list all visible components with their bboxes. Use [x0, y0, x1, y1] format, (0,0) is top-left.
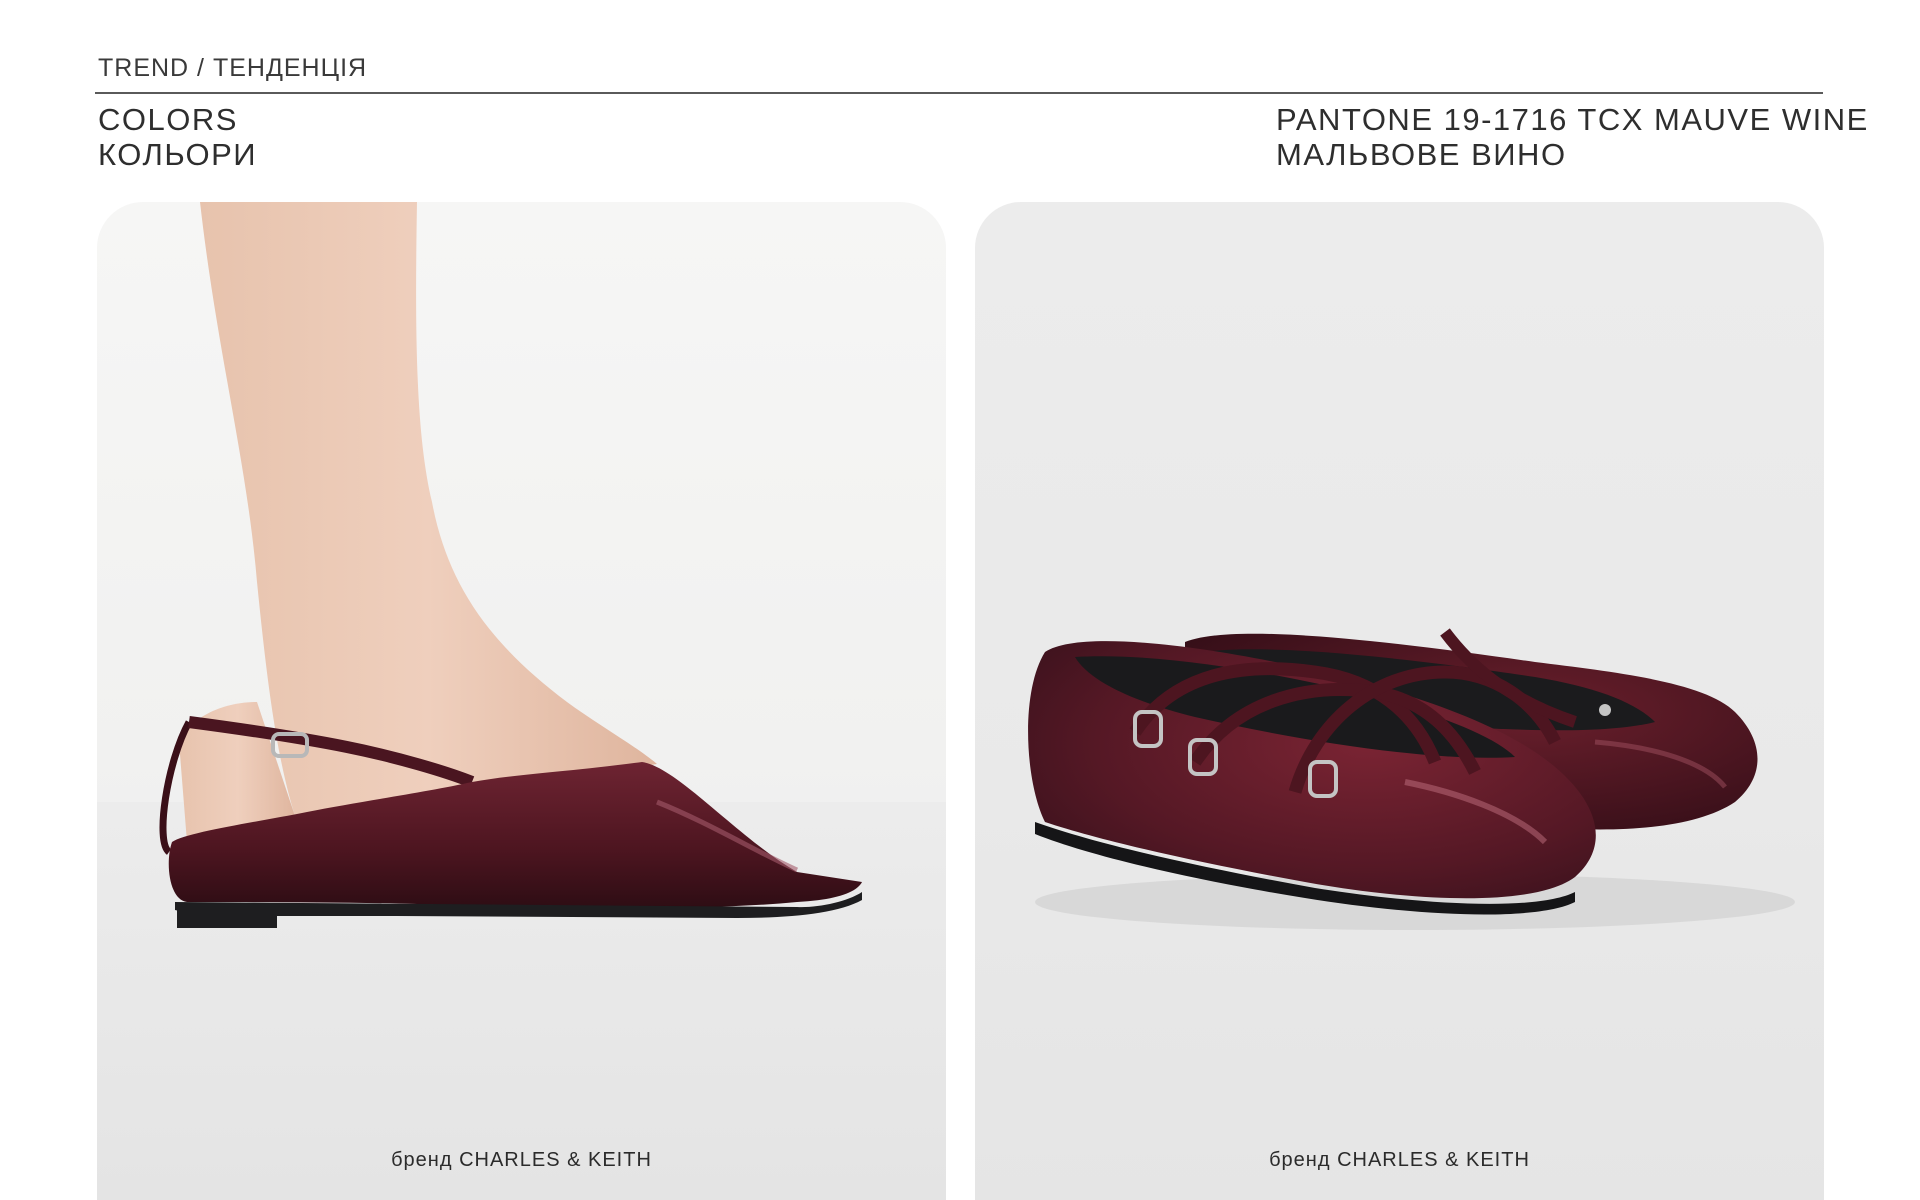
breadcrumb: TREND / ТЕНДЕНЦІЯ — [98, 54, 368, 82]
product-caption: бренд CHARLES & KEITH — [1269, 1149, 1530, 1171]
slingback-pointed-flat-image — [159, 202, 862, 928]
header-divider — [95, 92, 1823, 94]
mary-jane-strap-flats-image — [1028, 628, 1795, 930]
product-caption: бренд CHARLES & KEITH — [391, 1149, 652, 1171]
section-title-ua: КОЛЬОРИ — [98, 137, 258, 172]
trend-page: TREND / ТЕНДЕНЦІЯ COLORS КОЛЬОРИ PANTONE… — [0, 0, 1920, 1200]
section-title-en: COLORS — [98, 102, 238, 137]
product-card-slingback: бренд CHARLES & KEITH — [97, 202, 946, 1200]
section-title: COLORS КОЛЬОРИ — [98, 102, 257, 172]
color-name: PANTONE 19-1716 TCX MAUVE WINE МАЛЬВОВЕ … — [1276, 102, 1869, 172]
color-name-ua: МАЛЬВОВЕ ВИНО — [1276, 137, 1567, 172]
product-card-mary-jane: бренд CHARLES & KEITH — [975, 202, 1824, 1200]
color-name-en: PANTONE 19-1716 TCX MAUVE WINE — [1276, 102, 1869, 137]
